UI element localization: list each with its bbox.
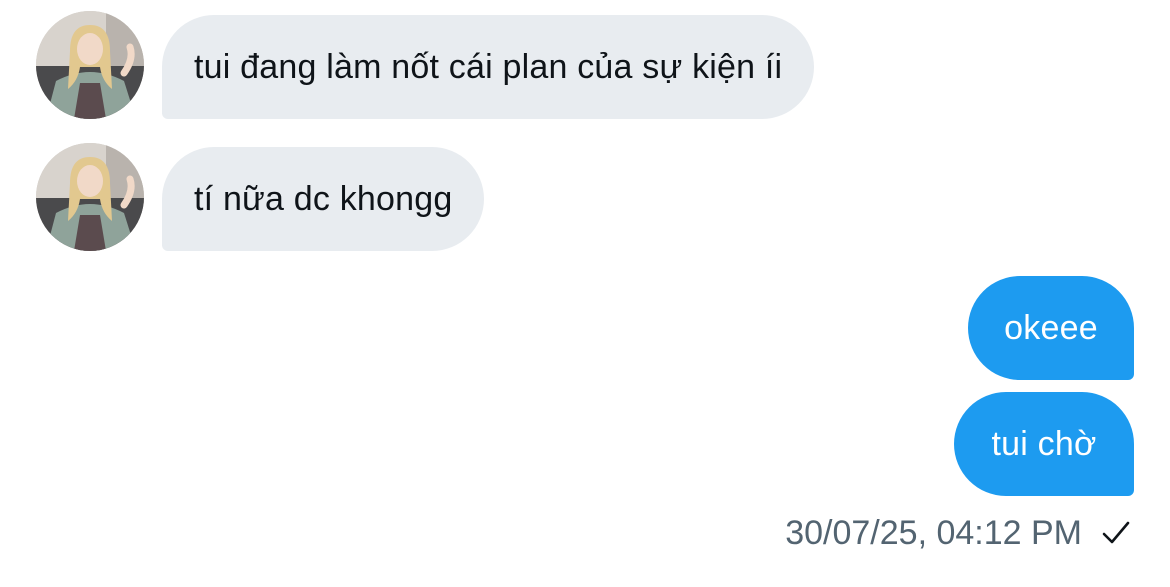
sender-avatar[interactable] (36, 11, 144, 119)
message-text: tui đang làm nốt cái plan của sự kiện íi (194, 47, 783, 86)
avatar-photo (36, 11, 144, 119)
message-text: tí nữa dc khongg (194, 179, 453, 218)
sender-avatar[interactable] (36, 143, 144, 251)
message-timestamp: 30/07/25, 04:12 PM (785, 513, 1082, 552)
message-bubble-outgoing[interactable]: okeee (968, 276, 1134, 380)
checkmark-icon (1100, 517, 1132, 549)
message-bubble-incoming[interactable]: tí nữa dc khongg (162, 147, 485, 251)
message-meta: 30/07/25, 04:12 PM (785, 508, 1132, 558)
message-text: okeee (1004, 308, 1098, 347)
message-bubble-incoming[interactable]: tui đang làm nốt cái plan của sự kiện íi (162, 15, 815, 119)
message-bubble-outgoing[interactable]: tui chờ (954, 392, 1134, 496)
message-text: tui chờ (991, 424, 1097, 463)
avatar-photo (36, 143, 144, 251)
